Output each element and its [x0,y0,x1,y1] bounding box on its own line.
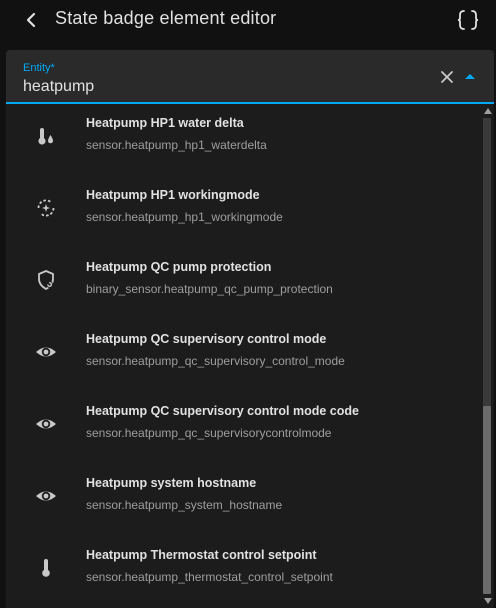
clear-button[interactable] [438,68,456,86]
entity-id: sensor.heatpump_thermostat_control_setpo… [86,570,333,584]
entity-name: Heatpump HP1 water delta [86,116,244,130]
list-item[interactable]: Heatpump system hostname sensor.heatpump… [6,470,476,542]
scrollbar[interactable] [480,104,494,608]
entity-name: Heatpump QC supervisory control mode cod… [86,404,359,418]
scrollbar-thumb[interactable] [483,406,491,594]
entity-id: sensor.heatpump_qc_supervisory_control_m… [86,354,345,368]
eye-icon [36,347,56,357]
entity-field-label: Entity* [23,62,55,74]
entity-id: binary_sensor.heatpump_qc_pump_protectio… [86,282,333,296]
entity-id: sensor.heatpump_hp1_workingmode [86,210,283,224]
entity-id: sensor.heatpump_system_hostname [86,498,283,512]
eye-icon [36,419,56,429]
dialog-header: State badge element editor [0,0,496,40]
entity-id: sensor.heatpump_qc_supervisorycontrolmod… [86,426,332,440]
shield-refresh-icon [38,270,54,290]
entity-results-list[interactable]: Heatpump HP1 water delta sensor.heatpump… [6,104,494,608]
scroll-up-arrow-icon[interactable] [484,108,492,114]
auto-mode-icon [37,199,55,217]
scroll-down-arrow-icon[interactable] [484,598,492,604]
thermometer-water-icon [38,128,53,145]
list-item[interactable]: Heatpump QC supervisory control mode cod… [6,398,476,470]
list-item[interactable]: Heatpump HP1 workingmode sensor.heatpump… [6,182,476,254]
entity-name: Heatpump QC supervisory control mode [86,332,327,346]
entity-field[interactable]: Entity* [6,50,494,104]
entity-name: Heatpump HP1 workingmode [86,188,260,202]
entity-name: Heatpump QC pump protection [86,260,272,274]
list-item[interactable]: Heatpump QC supervisory control mode sen… [6,326,476,398]
close-icon [441,71,453,83]
page-title: State badge element editor [55,8,277,28]
thermometer-icon [42,559,50,577]
entity-name: Heatpump system hostname [86,476,257,490]
eye-icon [36,491,56,501]
collapse-button[interactable] [461,68,479,86]
back-button[interactable] [18,6,46,34]
list-item[interactable]: Heatpump QC pump protection binary_senso… [6,254,476,326]
code-braces-icon [457,10,479,30]
entity-id: sensor.heatpump_hp1_waterdelta [86,138,267,152]
chevron-left-icon [26,12,36,28]
entity-name: Heatpump Thermostat control setpoint [86,548,317,562]
list-item[interactable]: Heatpump HP1 water delta sensor.heatpump… [6,110,476,182]
code-editor-button[interactable] [454,7,482,33]
caret-up-icon [465,74,475,79]
list-item[interactable]: Heatpump Thermostat control setpoint sen… [6,542,476,608]
entity-input[interactable] [23,77,413,97]
